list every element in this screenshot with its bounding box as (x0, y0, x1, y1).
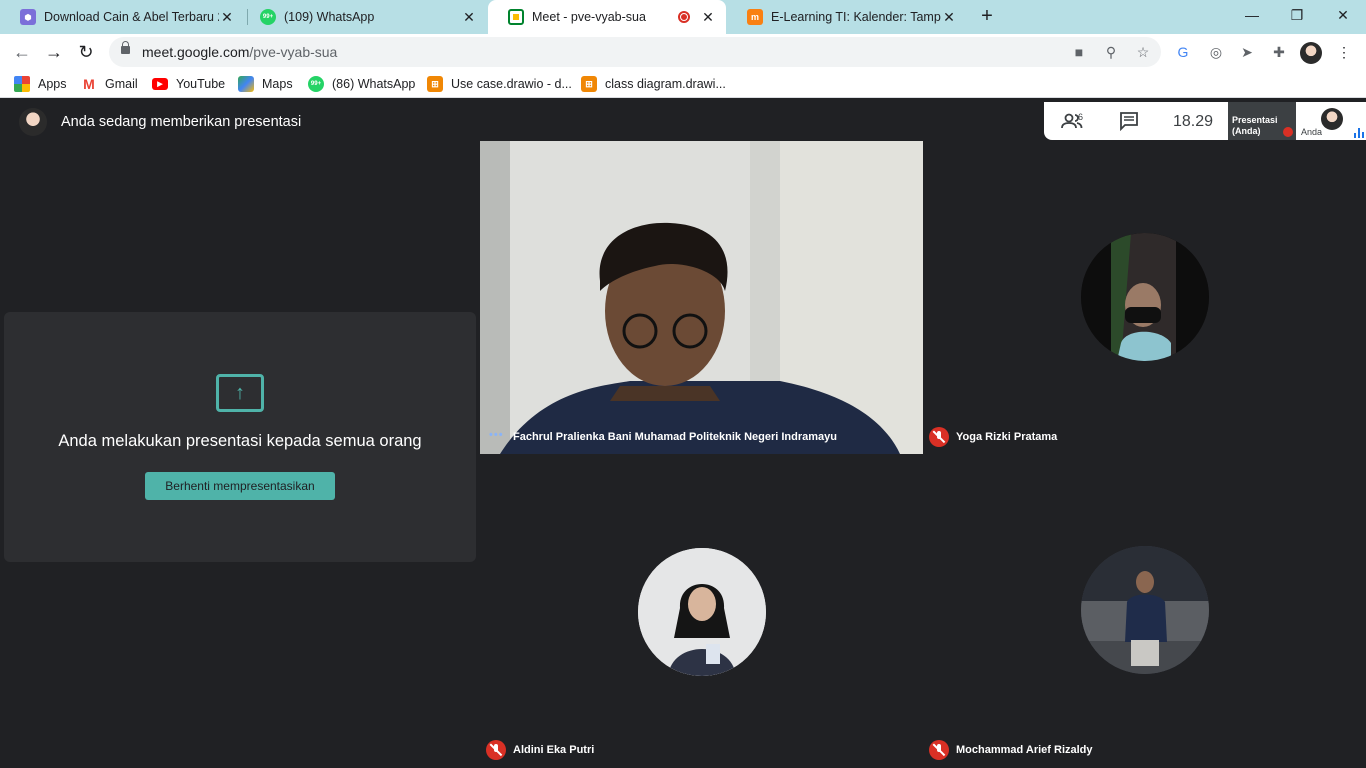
participant-tile-video[interactable]: ••• Fachrul Pralienka Bani Muhamad Polit… (480, 141, 923, 454)
drawio-icon: ⊞ (581, 76, 597, 92)
puzzle-extensions-icon[interactable]: ✚ (1268, 42, 1290, 64)
lock-icon (121, 41, 130, 54)
back-button[interactable]: ← (10, 40, 34, 64)
tab-title: Meet - pve-vyab-sua (532, 10, 646, 24)
extension-icon[interactable]: ◎ (1205, 42, 1227, 64)
participant-name: Mochammad Arief Rizaldy (956, 744, 1093, 756)
close-tab-icon[interactable]: ✕ (941, 9, 957, 26)
tab-strip: ⬢ Download Cain & Abel Terbaru 2 ✕ 99+ (… (0, 0, 1366, 34)
participant-count-badge: 6 (1078, 112, 1084, 122)
self-avatar (1321, 108, 1343, 130)
participant-name: Aldini Eka Putri (513, 744, 595, 756)
meeting-clock: 18.29 (1173, 113, 1214, 130)
bookmark-youtube[interactable]: ▶ YouTube (152, 75, 225, 93)
tab-title: Download Cain & Abel Terbaru 2 (44, 10, 219, 24)
whatsapp-icon: 99+ (260, 9, 276, 25)
google-meet-icon (508, 9, 524, 25)
youtube-icon: ▶ (152, 78, 168, 90)
mic-off-icon (929, 427, 949, 447)
bookmark-apps[interactable]: Apps (14, 75, 67, 93)
recording-icon (678, 11, 690, 23)
mic-off-icon (929, 740, 949, 760)
participant-tile-mochammad[interactable]: Mochammad Arief Rizaldy (923, 454, 1366, 768)
moodle-icon: m (747, 9, 763, 25)
participant-video-feed (480, 141, 923, 454)
minimize-button[interactable]: — (1229, 0, 1275, 30)
bookmark-maps[interactable]: Maps (238, 75, 293, 93)
mic-off-icon (486, 740, 506, 760)
muted-icon (1283, 127, 1293, 137)
participant-avatar (1081, 233, 1209, 361)
participant-name: Fachrul Pralienka Bani Muhamad Politekni… (513, 431, 837, 443)
drawio-icon: ⊞ (427, 76, 443, 92)
participant-avatar (638, 548, 766, 676)
tab-whatsapp[interactable]: 99+ (109) WhatsApp ✕ (240, 0, 487, 34)
presentation-card: ↑ Anda melakukan presentasi kepada semua… (4, 312, 476, 562)
reload-button[interactable]: ↻ (74, 40, 98, 64)
whatsapp-icon: 99+ (308, 76, 324, 92)
presentation-thumb-label: Presentasi (Anda) (1232, 115, 1278, 136)
tab-title: E-Learning TI: Kalender: Tampilan (771, 10, 941, 24)
present-screen-icon: ↑ (216, 374, 264, 412)
google-translate-icon[interactable]: G (1172, 42, 1194, 64)
presentation-message: Anda melakukan presentasi kepada semua o… (58, 432, 422, 450)
zoom-icon[interactable]: ⚲ (1101, 42, 1121, 62)
presentation-thumbnail[interactable]: Presentasi (Anda) (1228, 102, 1296, 140)
speaking-dots-icon: ••• (489, 429, 504, 441)
forward-button[interactable]: → (42, 40, 66, 64)
close-tab-icon[interactable]: ✕ (461, 9, 477, 26)
bookmark-class-diagram-drawio[interactable]: ⊞ class diagram.drawi... (581, 75, 726, 93)
self-label: Anda (1301, 127, 1323, 137)
participant-name: Yoga Rizki Pratama (956, 431, 1058, 443)
meeting-info-bar: 18.29 Presentasi (Anda) Anda (1044, 102, 1366, 140)
chat-icon[interactable] (1118, 111, 1140, 132)
bookmark-usecase-drawio[interactable]: ⊞ Use case.drawio - d... (427, 75, 572, 93)
bookmark-whatsapp[interactable]: 99+ (86) WhatsApp (308, 75, 415, 93)
audio-level-icon (1354, 127, 1364, 138)
cursor-extension-icon[interactable]: ➤ (1236, 42, 1258, 64)
meet-page: Anda sedang memberikan presentasi 18.29 … (0, 102, 1366, 768)
close-window-button[interactable]: ✕ (1320, 0, 1366, 30)
new-tab-button[interactable]: + (976, 5, 998, 27)
bookmark-star-icon[interactable]: ☆ (1133, 42, 1153, 62)
profile-avatar[interactable] (1300, 42, 1322, 64)
stop-presenting-button[interactable]: Berhenti mempresentasikan (145, 472, 335, 500)
participant-tile-yoga[interactable]: Yoga Rizki Pratama (923, 141, 1366, 454)
participant-avatar (1081, 546, 1209, 674)
address-bar[interactable]: meet.google.com/pve-vyab-sua ■ ⚲ ☆ (109, 37, 1161, 67)
bookmark-gmail[interactable]: M Gmail (81, 75, 138, 93)
tab-meet[interactable]: Meet - pve-vyab-sua ✕ (488, 0, 726, 34)
close-tab-icon[interactable]: ✕ (700, 9, 716, 26)
menu-kebab-icon[interactable]: ⋮ (1333, 42, 1355, 64)
presenting-banner: Anda sedang memberikan presentasi (61, 114, 302, 130)
browser-toolbar: ← → ↻ meet.google.com/pve-vyab-sua ■ ⚲ ☆… (0, 34, 1366, 70)
tab-cain-abel[interactable]: ⬢ Download Cain & Abel Terbaru 2 ✕ (0, 0, 245, 34)
gmail-icon: M (81, 76, 97, 92)
apps-grid-icon (14, 76, 30, 92)
participant-tile-aldini[interactable]: Aldini Eka Putri (480, 454, 923, 768)
maps-icon (238, 76, 254, 92)
camera-icon[interactable]: ■ (1069, 42, 1089, 62)
close-tab-icon[interactable]: ✕ (219, 9, 235, 26)
presenter-avatar (19, 108, 47, 136)
tab-elearning[interactable]: m E-Learning TI: Kalender: Tampilan ✕ (727, 0, 967, 34)
url-text[interactable]: meet.google.com/pve-vyab-sua (142, 44, 337, 60)
tab-title: (109) WhatsApp (284, 10, 375, 24)
bookmarks-bar: Apps M Gmail ▶ YouTube Maps 99+ (86) Wha… (0, 70, 1366, 98)
self-thumbnail[interactable]: Anda (1297, 102, 1366, 140)
cain-abel-icon: ⬢ (20, 9, 36, 25)
restore-button[interactable]: ❐ (1274, 0, 1320, 30)
